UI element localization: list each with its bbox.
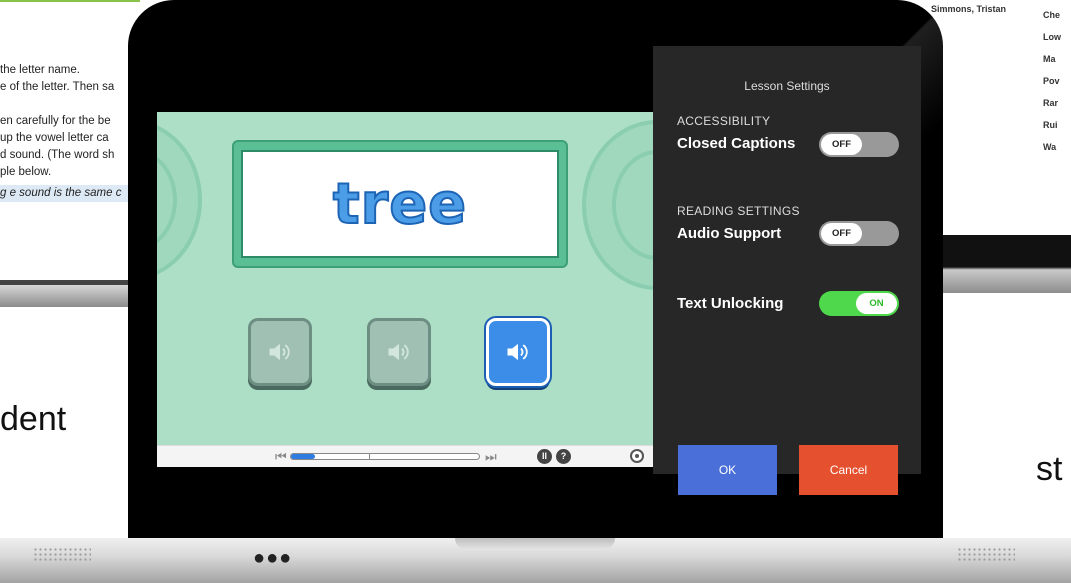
target-word: tree	[332, 171, 468, 238]
roster-list: Che Low Ma Pov Rar Rui Wa	[1043, 4, 1061, 158]
lesson-player-bar: ⏮ ⏭ II ?	[157, 445, 655, 467]
settings-gear-icon[interactable]	[630, 449, 644, 463]
roster-item: Wa	[1043, 142, 1057, 152]
status-dots: ●●●	[253, 547, 293, 569]
skip-forward-icon[interactable]: ⏭	[485, 449, 497, 464]
toggle-state: OFF	[821, 223, 862, 244]
audio-support-label: Audio Support	[677, 225, 782, 242]
toggle-state: ON	[856, 293, 897, 314]
help-icon[interactable]: ?	[556, 449, 571, 464]
speaker-grille-right	[957, 547, 1015, 561]
speaker-icon	[269, 343, 290, 361]
progress-track[interactable]	[290, 453, 480, 460]
laptop-notch	[455, 538, 615, 550]
panel-title: Lesson Settings	[744, 79, 830, 93]
closed-captions-label: Closed Captions	[677, 135, 796, 152]
roster-item: Rar	[1043, 98, 1059, 108]
accessibility-header: ACCESSIBILITY	[677, 114, 771, 128]
roster-item: Low	[1043, 32, 1061, 42]
text-unlocking-label: Text Unlocking	[677, 295, 784, 312]
sound-button-3[interactable]	[486, 318, 550, 386]
background-laptop-base-right	[940, 235, 1071, 293]
progress-fill	[291, 454, 316, 459]
reading-settings-header: READING SETTINGS	[677, 204, 800, 218]
screenshot-stage: { "background_left": { "lines": ["the le…	[0, 0, 1071, 583]
lesson-canvas: tree	[157, 112, 655, 445]
background-text-right: st	[1036, 450, 1063, 488]
cancel-button[interactable]: Cancel	[799, 445, 898, 495]
roster-item: Che	[1043, 10, 1061, 20]
ok-button[interactable]: OK	[678, 445, 777, 495]
speaker-icon	[507, 343, 528, 361]
pause-icon[interactable]: II	[537, 449, 552, 464]
roster-item: Rui	[1043, 120, 1058, 130]
text-unlocking-toggle[interactable]: ON	[819, 291, 899, 316]
speaker-grille-left	[33, 547, 91, 561]
speaker-icon	[388, 343, 409, 361]
word-card: tree	[232, 140, 568, 268]
toggle-state: OFF	[821, 134, 862, 155]
skip-back-icon[interactable]: ⏮	[275, 449, 287, 464]
progress-marker	[369, 453, 370, 460]
word-card-face: tree	[241, 150, 559, 258]
audio-support-toggle[interactable]: OFF	[819, 221, 899, 246]
lesson-activity: tree ⏮ ⏭ II ?	[157, 112, 655, 467]
closed-captions-toggle[interactable]: OFF	[819, 132, 899, 157]
sound-button-2[interactable]	[367, 318, 431, 386]
roster-item: Ma	[1043, 54, 1056, 64]
roster-item: Pov	[1043, 76, 1060, 86]
sound-button-1[interactable]	[248, 318, 312, 386]
lesson-settings-panel: Lesson Settings ACCESSIBILITY Closed Cap…	[653, 46, 921, 495]
roster-name: Simmons, Tristan	[931, 4, 1007, 14]
background-text-left: dent	[0, 400, 67, 438]
